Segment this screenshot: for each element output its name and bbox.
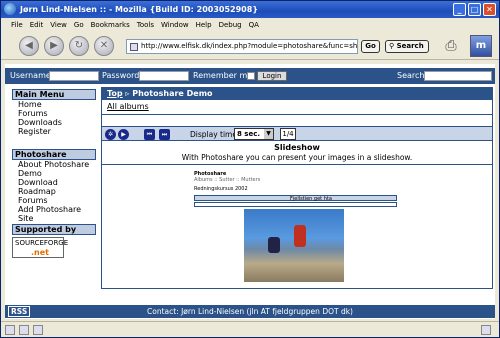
title-bar: Jørn Lind-Nielsen :: - Mozilla {Build ID… bbox=[1, 1, 499, 18]
sourceforge-logo[interactable]: SOURCEFORGE .net bbox=[12, 237, 69, 258]
contact-text: Contact: Jørn Lind-Nielsen (jln AT fjeld… bbox=[147, 307, 353, 316]
breadcrumb-top[interactable]: Top bbox=[107, 89, 123, 98]
search-button-label: Search bbox=[396, 42, 424, 50]
minimize-button[interactable]: _ bbox=[453, 3, 466, 16]
climbing-photo bbox=[244, 209, 344, 282]
search-icon: ⚲ bbox=[389, 42, 395, 50]
forward-button[interactable]: ▶ bbox=[44, 36, 64, 56]
page-icon bbox=[130, 43, 138, 51]
composer-icon[interactable] bbox=[33, 325, 43, 335]
stop-icon: ✕ bbox=[99, 40, 109, 51]
menu-bookmarks[interactable]: Bookmarks bbox=[91, 18, 130, 32]
photoshare-heading: Photoshare bbox=[12, 149, 96, 160]
lock-icon bbox=[481, 325, 491, 335]
close-button[interactable]: ✕ bbox=[483, 3, 496, 16]
back-button[interactable]: ◀ bbox=[19, 36, 39, 56]
sidebar-item-ps-forums[interactable]: Forums bbox=[12, 196, 96, 205]
climber-figure bbox=[294, 225, 306, 247]
breadcrumb: Top ▹ Photoshare Demo bbox=[102, 88, 492, 100]
menu-debug[interactable]: Debug bbox=[219, 18, 242, 32]
slideshow-controls: ✲ ▶ ⏮ ⏭ Display time: 8 sec. ▼ 1/4 bbox=[102, 126, 492, 141]
back-arrow-icon: ◀ bbox=[25, 40, 33, 51]
sidebar-item-downloads[interactable]: Downloads bbox=[12, 118, 96, 127]
display-time-select[interactable]: 8 sec. ▼ bbox=[234, 128, 274, 140]
sidebar-item-download[interactable]: Download bbox=[12, 178, 96, 187]
password-label: Password: bbox=[102, 71, 143, 80]
page-footer: RSS Contact: Jørn Lind-Nielsen (jln AT f… bbox=[5, 305, 495, 318]
main-panel: Top ▹ Photoshare Demo All albums ✲ ▶ ⏮ ⏭… bbox=[101, 87, 493, 289]
sidebar-item-forums[interactable]: Forums bbox=[12, 109, 96, 118]
page-content: Username: Password: Remember me Login Se… bbox=[5, 64, 495, 319]
sidebar-item-register[interactable]: Register bbox=[12, 127, 96, 136]
site-search-input[interactable] bbox=[424, 71, 492, 81]
sidebar-item-demo[interactable]: Demo bbox=[12, 169, 96, 178]
nav-toolbar: ◀ ▶ ↻ ✕ http://www.elfisk.dk/index.php?m… bbox=[1, 32, 499, 60]
username-label: Username: bbox=[10, 71, 54, 80]
sidebar: Main Menu Home Forums Downloads Register… bbox=[12, 89, 96, 258]
url-text: http://www.elfisk.dk/index.php?module=ph… bbox=[141, 42, 358, 50]
status-bar bbox=[1, 321, 499, 337]
last-button[interactable]: ⏭ bbox=[159, 129, 170, 140]
breadcrumb-separator: ▹ bbox=[125, 89, 130, 98]
search-label: Search bbox=[397, 71, 425, 80]
mail-icon[interactable] bbox=[19, 325, 29, 335]
sourceforge-logo-text: SOURCEFORGE bbox=[15, 239, 69, 247]
rescuer-figure bbox=[268, 237, 280, 253]
browser-window: Jørn Lind-Nielsen :: - Mozilla {Build ID… bbox=[0, 0, 500, 338]
slide-description-box bbox=[194, 202, 397, 207]
remember-checkbox[interactable] bbox=[247, 72, 255, 80]
first-button[interactable]: ⏮ bbox=[144, 129, 155, 140]
mozilla-icon bbox=[4, 3, 16, 15]
play-button[interactable]: ▶ bbox=[118, 129, 129, 140]
reload-button[interactable]: ↻ bbox=[69, 36, 89, 56]
slideshow-title: Slideshow bbox=[274, 143, 320, 152]
go-button[interactable]: Go bbox=[361, 40, 380, 53]
sourceforge-logo-net: .net bbox=[31, 248, 49, 257]
maximize-button[interactable]: □ bbox=[468, 3, 481, 16]
display-time-label: Display time: bbox=[190, 130, 240, 139]
mozilla-logo-icon: m bbox=[470, 35, 492, 57]
slideshow-description: With Photoshare you can present your ima… bbox=[181, 153, 413, 162]
sidebar-item-add-site[interactable]: Add Photoshare Site bbox=[12, 205, 96, 223]
slide-nav: Albums :: Sutter :: Mutters bbox=[194, 177, 261, 183]
divider bbox=[102, 164, 492, 165]
menu-tools[interactable]: Tools bbox=[137, 18, 154, 32]
username-input[interactable] bbox=[49, 71, 99, 81]
search-button[interactable]: ⚲ Search bbox=[385, 40, 429, 53]
password-input[interactable] bbox=[139, 71, 189, 81]
url-bar[interactable]: http://www.elfisk.dk/index.php?module=ph… bbox=[126, 39, 358, 54]
slide-controls-bar: Fjellstien get hta bbox=[194, 195, 397, 202]
reload-icon: ↻ bbox=[74, 40, 84, 51]
navigator-icon[interactable] bbox=[5, 325, 15, 335]
slide-album: Redningskursus 2002 bbox=[194, 186, 248, 192]
supported-heading: Supported by bbox=[12, 224, 96, 235]
menu-qa[interactable]: QA bbox=[249, 18, 259, 32]
print-icon[interactable]: ⎙ bbox=[441, 36, 461, 56]
menu-view[interactable]: View bbox=[50, 18, 67, 32]
stop-button[interactable]: ✕ bbox=[94, 36, 114, 56]
display-time-value: 8 sec. bbox=[237, 130, 261, 138]
menu-window[interactable]: Window bbox=[161, 18, 189, 32]
forward-arrow-icon: ▶ bbox=[50, 40, 58, 51]
main-menu-heading: Main Menu bbox=[12, 89, 96, 100]
image-counter: 1/4 bbox=[280, 128, 296, 140]
login-bar: Username: Password: Remember me Login Se… bbox=[5, 68, 495, 84]
menu-file[interactable]: File bbox=[11, 18, 23, 32]
sidebar-item-about-photoshare[interactable]: About Photoshare bbox=[12, 160, 96, 169]
breadcrumb-current: Photoshare Demo bbox=[132, 89, 213, 98]
slide-image: Photoshare Albums :: Sutter :: Mutters R… bbox=[192, 168, 402, 288]
chevron-down-icon: ▼ bbox=[264, 129, 273, 139]
sidebar-item-home[interactable]: Home bbox=[12, 100, 96, 109]
menu-go[interactable]: Go bbox=[74, 18, 84, 32]
sidebar-item-roadmap[interactable]: Roadmap bbox=[12, 187, 96, 196]
all-albums-link[interactable]: All albums bbox=[102, 100, 492, 115]
remember-label: Remember me bbox=[193, 71, 253, 80]
settings-icon[interactable]: ✲ bbox=[105, 129, 116, 140]
login-button[interactable]: Login bbox=[257, 71, 287, 81]
menu-bar: File Edit View Go Bookmarks Tools Window… bbox=[1, 18, 499, 32]
menu-help[interactable]: Help bbox=[196, 18, 212, 32]
menu-edit[interactable]: Edit bbox=[30, 18, 44, 32]
window-title: Jørn Lind-Nielsen :: - Mozilla {Build ID… bbox=[20, 5, 259, 14]
